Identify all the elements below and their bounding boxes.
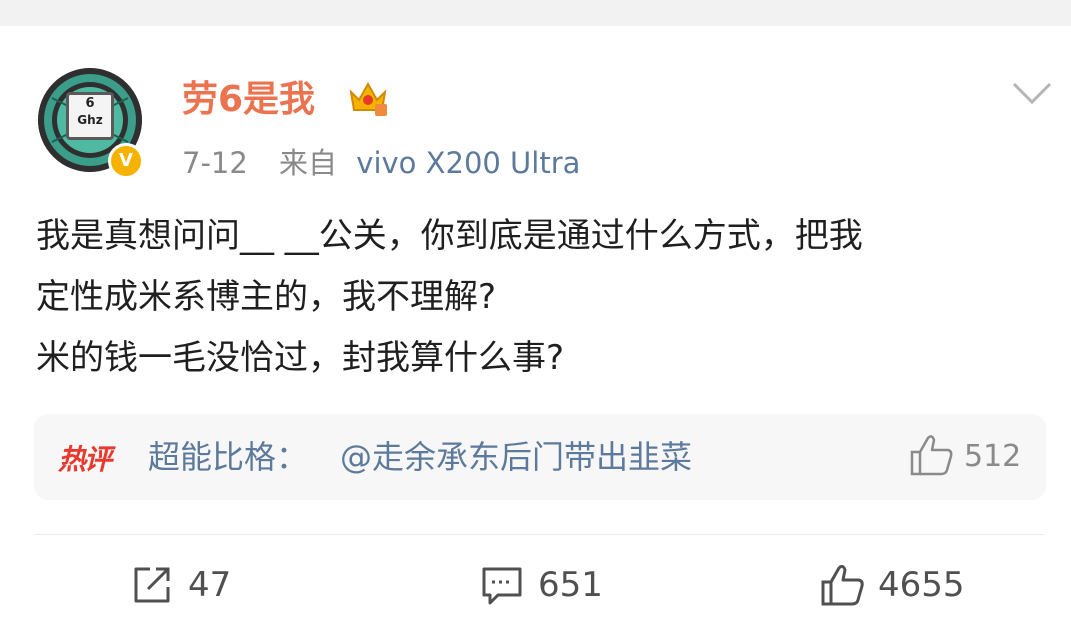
hot-comment-like-count: 512 [964,439,1022,474]
post-meta: 7-12 来自 vivo X200 Ultra [182,144,580,182]
repost-button[interactable]: 47 [130,558,231,612]
hot-comment-text: @走余承东后门带出韭菜 [340,438,693,476]
username[interactable]: 劳6是我 [182,78,315,122]
chevron-down-icon[interactable] [1012,80,1052,108]
hot-comment[interactable]: 热评 超能比格： @走余承东后门带出韭菜 512 [34,414,1046,500]
like-count: 4655 [878,565,965,605]
like-button[interactable]: 4655 [820,558,965,612]
crown-icon [349,81,387,116]
hot-comment-author[interactable]: 超能比格： [148,434,308,480]
hot-comment-badge: 热评 [58,443,112,476]
avatar-chip-line1: 6 [85,96,95,111]
thumbs-up-icon [821,564,864,606]
divider [34,534,1044,535]
repost-count: 47 [188,565,232,605]
comment-icon [482,567,522,605]
post-text: 我是真想问问__ __公关，你到底是通过什么方式，把我 定性成米系博主的，我不理… [36,216,863,378]
post-device[interactable]: vivo X200 Ultra [356,146,580,180]
avatar-chip: 6 Ghz [66,92,114,140]
post-date: 7-12 [182,146,248,180]
comment-button[interactable]: 651 [480,558,603,612]
from-label: 来自 [279,146,338,180]
repost-icon [134,567,170,603]
avatar-chip-line2: Ghz [77,113,103,127]
thumbs-up-icon[interactable] [908,432,954,478]
comment-count: 651 [538,565,603,605]
verified-badge-icon: V [108,143,144,179]
